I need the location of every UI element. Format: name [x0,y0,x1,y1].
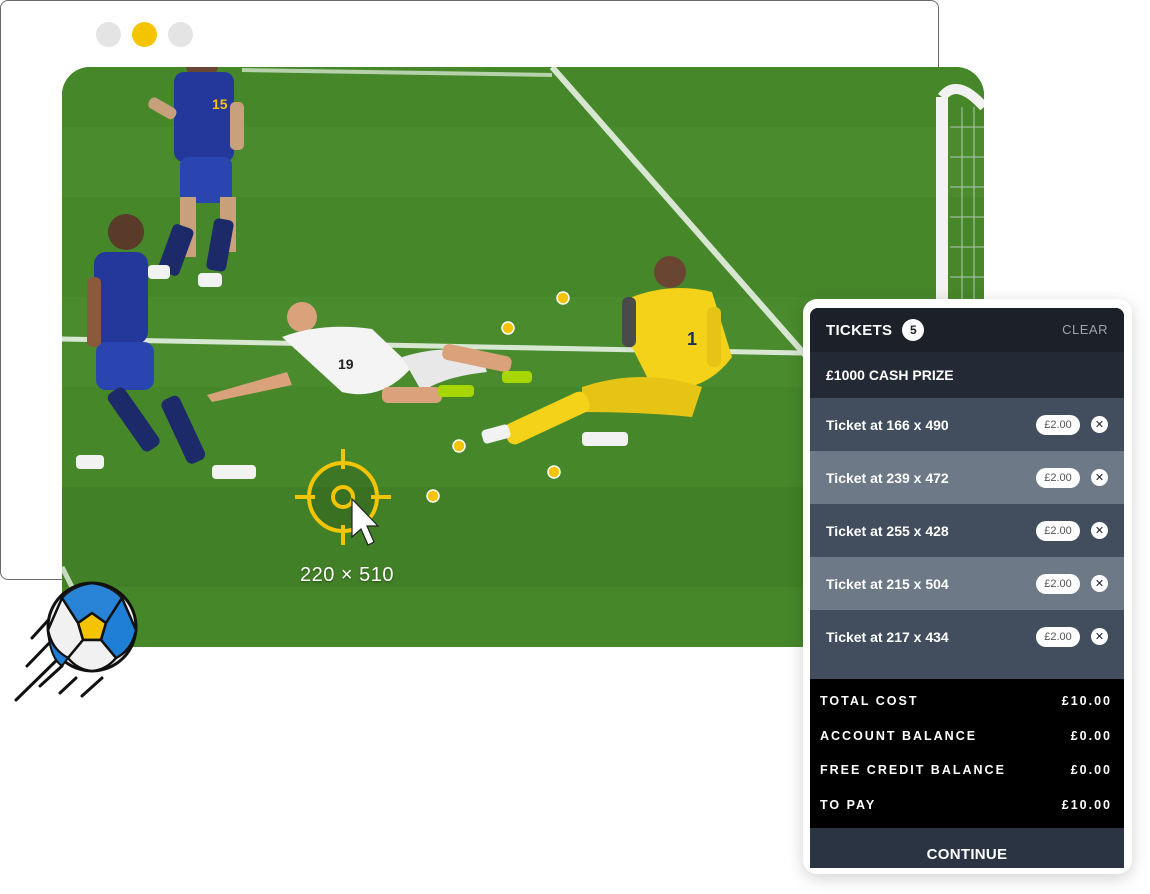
list-spacer [810,663,1124,679]
ticket-marker[interactable] [547,465,561,479]
ticket-label: Ticket at 217 x 434 [826,628,949,645]
continue-button[interactable]: CONTINUE [810,828,1124,868]
ticket-marker[interactable] [556,291,570,305]
ticket-label: Ticket at 239 x 472 [826,469,949,486]
close-icon[interactable]: ✕ [1091,628,1108,645]
close-icon[interactable]: ✕ [1091,522,1108,539]
ticket-price: £2.00 [1036,468,1080,488]
cost-summary: TOTAL COST £10.00 ACCOUNT BALANCE £0.00 … [810,679,1124,828]
summary-value: £10.00 [1061,694,1112,709]
summary-label: FREE CREDIT BALANCE [820,763,1006,778]
ticket-row: Ticket at 166 x 490 £2.00 ✕ [810,398,1124,451]
svg-text:19: 19 [338,356,354,372]
summary-label: ACCOUNT BALANCE [820,728,978,743]
svg-text:15: 15 [212,96,228,112]
summary-row-free-credit: FREE CREDIT BALANCE £0.00 [810,753,1124,788]
tickets-panel: TICKETS 5 CLEAR £1000 CASH PRIZE Ticket … [810,308,1124,868]
summary-value: £0.00 [1070,728,1112,743]
ticket-label: Ticket at 166 x 490 [826,416,949,433]
svg-text:1: 1 [687,329,697,349]
ticket-price: £2.00 [1036,627,1080,647]
prize-label: £1000 CASH PRIZE [810,352,1124,398]
tickets-panel-header: TICKETS 5 CLEAR [810,308,1124,352]
summary-label: TO PAY [820,797,877,812]
summary-row-to-pay: TO PAY £10.00 [810,788,1124,823]
ticket-row: Ticket at 255 x 428 £2.00 ✕ [810,504,1124,557]
ticket-row: Ticket at 239 x 472 £2.00 ✕ [810,451,1124,504]
ticket-row: Ticket at 217 x 434 £2.00 ✕ [810,610,1124,663]
ticket-price: £2.00 [1036,574,1080,594]
ticket-label: Ticket at 215 x 504 [826,575,949,592]
ticket-label: Ticket at 255 x 428 [826,522,949,539]
ticket-marker[interactable] [452,439,466,453]
coordinate-label: 220 × 510 [300,564,395,586]
close-icon[interactable]: ✕ [1091,469,1108,486]
ticket-price: £2.00 [1036,415,1080,435]
summary-row-account-balance: ACCOUNT BALANCE £0.00 [810,719,1124,754]
summary-label: TOTAL COST [820,694,919,709]
ticket-marker[interactable] [426,489,440,503]
summary-value: £0.00 [1070,763,1112,778]
ticket-price: £2.00 [1036,521,1080,541]
soccer-ball-icon [14,581,138,702]
summary-row-total-cost: TOTAL COST £10.00 [810,684,1124,719]
close-icon[interactable]: ✕ [1091,416,1108,433]
tickets-title: TICKETS [826,321,893,339]
clear-button[interactable]: CLEAR [1062,322,1108,337]
ticket-marker[interactable] [501,321,515,335]
ticket-row: Ticket at 215 x 504 £2.00 ✕ [810,557,1124,610]
window-control-minimize[interactable] [132,22,157,47]
window-control-close[interactable] [96,22,121,47]
summary-value: £10.00 [1061,797,1112,812]
ticket-count-badge: 5 [902,319,925,341]
close-icon[interactable]: ✕ [1091,575,1108,592]
window-control-maximize[interactable] [168,22,193,47]
